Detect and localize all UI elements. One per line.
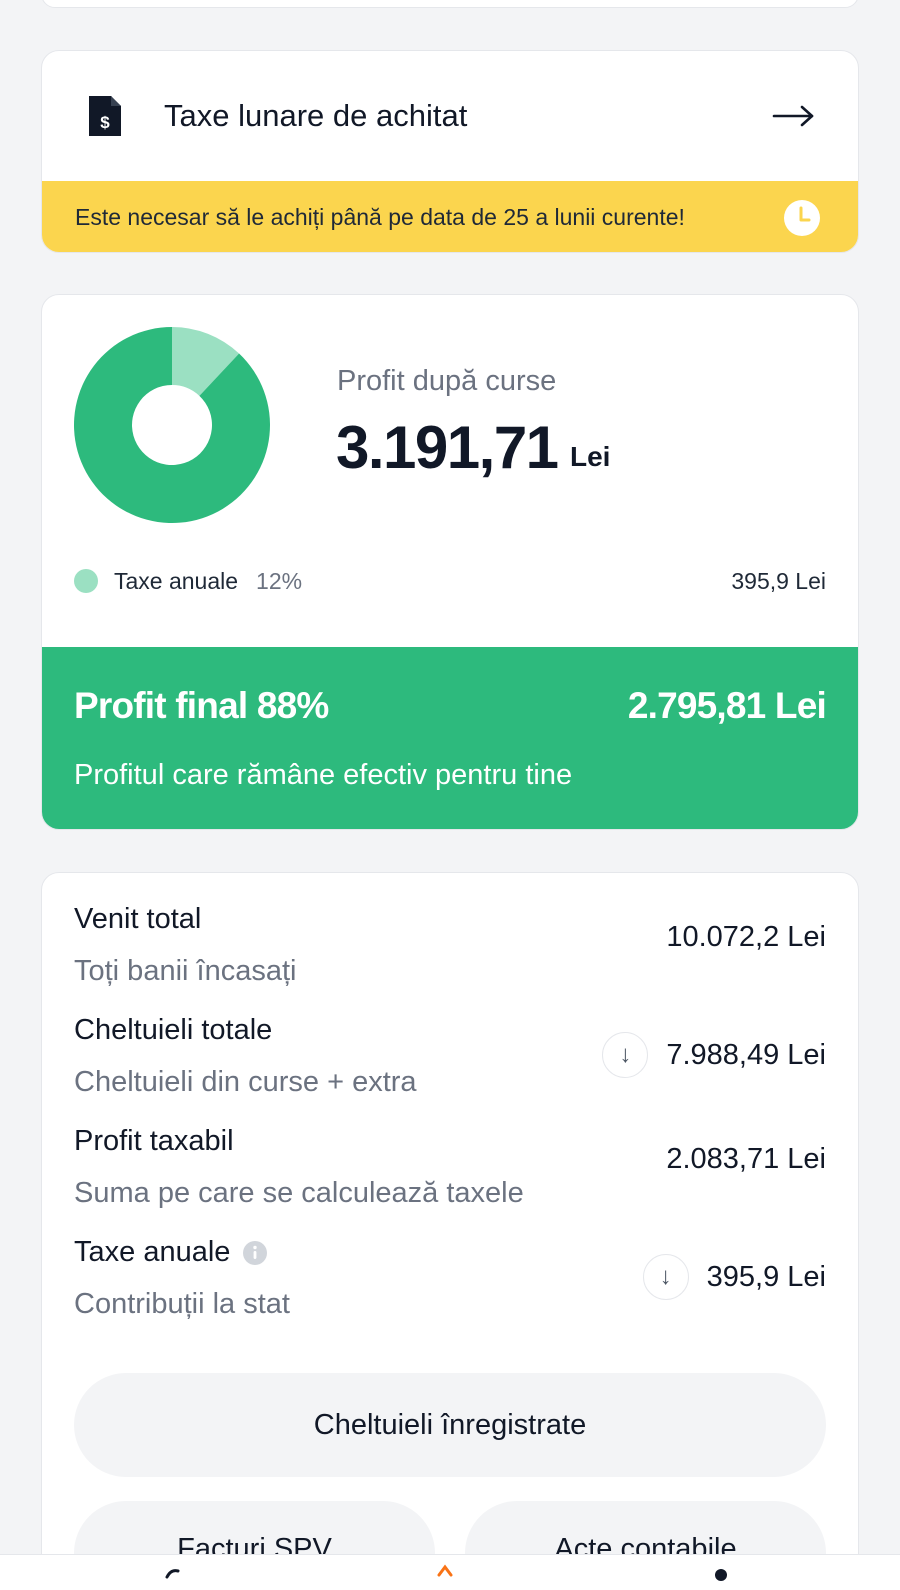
summary-row-total-income: Venit total Toți banii încasați 10.072,2… [74, 903, 826, 1003]
nav-home-icon[interactable] [163, 1561, 193, 1590]
payment-deadline-banner: Este necesar să le achiți până pe data d… [42, 181, 858, 252]
profit-after-trips-label: Profit după curse [337, 365, 557, 397]
row-value: 7.988,49 Lei [666, 1038, 826, 1071]
expand-down-button[interactable]: ↓ [602, 1032, 649, 1078]
profit-currency: Lei [570, 441, 611, 472]
row-value-group: ↓ 395,9 Lei [642, 1254, 826, 1300]
row-value: 395,9 Lei [706, 1260, 826, 1293]
row-value-group: ↓ 7.988,49 Lei [602, 1032, 826, 1078]
summary-row-annual-taxes: Taxe anuale Contribuții la stat ↓ 395,9 … [74, 1236, 826, 1336]
final-profit-title: Profit final 88% [74, 685, 329, 726]
row-title: Venit total [74, 903, 202, 935]
profit-donut-chart [73, 327, 270, 523]
final-profit-amount: 2.795,81 Lei [627, 685, 827, 726]
final-profit-subtitle: Profitul care rămâne efectiv pentru tine [74, 759, 573, 791]
recorded-expenses-button[interactable]: Cheltuieli înregistrate [74, 1373, 826, 1477]
row-title-group: Taxe anuale [74, 1236, 268, 1269]
payment-deadline-text: Este necesar să le achiți până pe data d… [75, 204, 685, 230]
profit-card: Profit după curse 3.191,71 Lei Taxe anua… [41, 294, 859, 830]
clock-icon [782, 198, 822, 238]
monthly-taxes-title: Taxe lunare de achitat [164, 98, 468, 133]
row-value-group: 10.072,2 Lei [666, 921, 826, 954]
legend-name: Taxe anuale [114, 567, 239, 594]
row-title: Profit taxabil [74, 1125, 234, 1157]
chart-legend-row: Taxe anuale 12% 395,9 Lei [74, 563, 826, 599]
final-profit-banner: Profit final 88% 2.795,81 Lei Profitul c… [42, 647, 858, 829]
summary-row-taxable-profit: Profit taxabil Suma pe care se calculeaz… [74, 1125, 826, 1225]
row-subtitle: Cheltuieli din curse + extra [74, 1066, 417, 1098]
nav-center-icon[interactable] [430, 1561, 460, 1590]
monthly-taxes-card[interactable]: $ Taxe lunare de achitat Este necesar să… [41, 50, 859, 253]
legend-dot [74, 569, 98, 593]
donut-slice-profit-final [73, 327, 270, 523]
bottom-navigation-bar [0, 1554, 900, 1590]
row-value: 10.072,2 Lei [666, 921, 826, 953]
arrow-right-icon[interactable] [772, 104, 816, 128]
row-subtitle: Toți banii încasați [74, 955, 297, 987]
row-subtitle: Contribuții la stat [74, 1288, 290, 1320]
summary-row-total-expenses: Cheltuieli totale Cheltuieli din curse +… [74, 1014, 826, 1114]
row-subtitle: Suma pe care se calculează taxele [74, 1177, 524, 1209]
row-title: Taxe anuale [74, 1236, 231, 1268]
profit-after-trips-amount: 3.191,71 [336, 414, 559, 481]
monthly-taxes-header[interactable]: $ Taxe lunare de achitat [42, 51, 858, 181]
financial-summary-card: Venit total Toți banii încasați 10.072,2… [41, 872, 859, 1590]
previous-card-edge [41, 0, 859, 8]
dollar-document-icon: $ [86, 94, 124, 138]
nav-profile-icon[interactable] [706, 1561, 736, 1590]
row-value-group: 2.083,71 Lei [666, 1143, 826, 1176]
info-icon[interactable] [242, 1240, 268, 1266]
svg-text:$: $ [100, 113, 110, 132]
legend-percent: 12% [256, 567, 303, 594]
row-value: 2.083,71 Lei [666, 1143, 826, 1175]
expand-down-button[interactable]: ↓ [642, 1254, 689, 1300]
legend-value: 395,9 Lei [731, 567, 826, 594]
row-title: Cheltuieli totale [74, 1014, 273, 1046]
